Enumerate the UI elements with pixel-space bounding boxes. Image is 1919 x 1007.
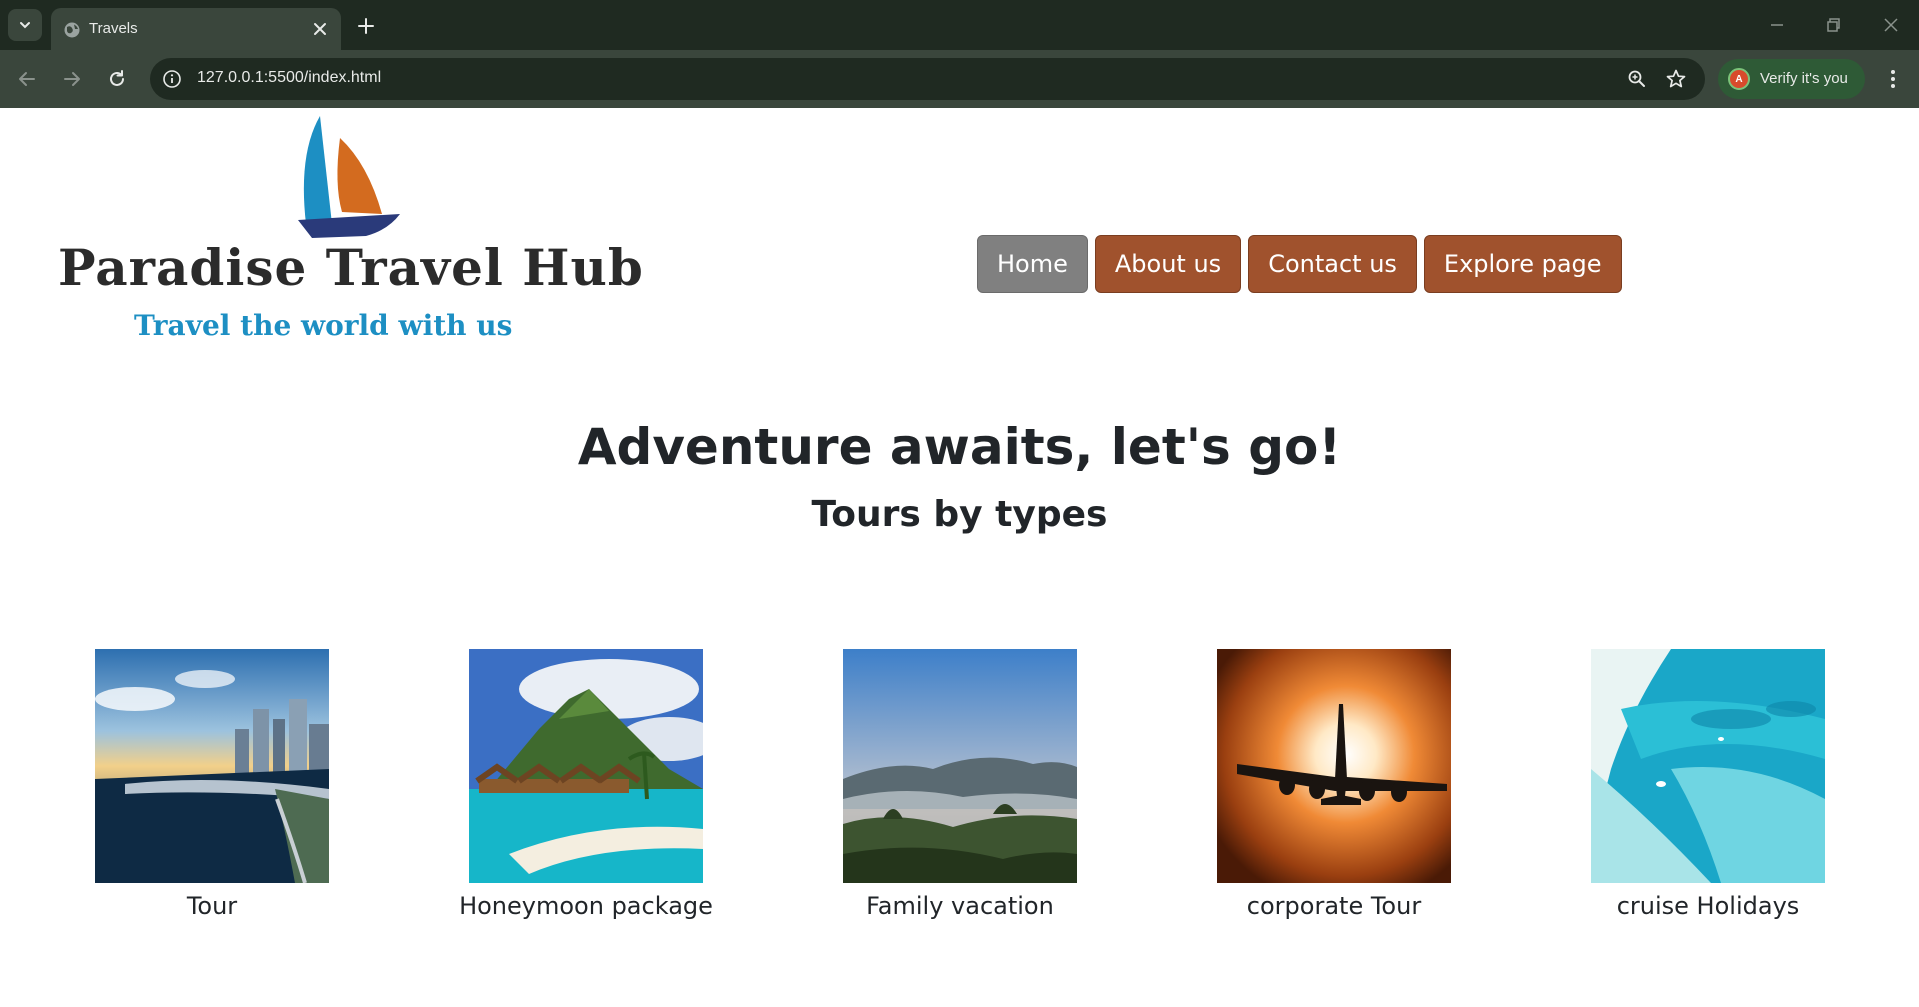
tropical-island-image[interactable]	[469, 649, 703, 883]
reload-icon[interactable]	[106, 68, 128, 90]
bookmark-star-icon[interactable]	[1665, 68, 1687, 90]
nav-about-button[interactable]: About us	[1094, 235, 1242, 293]
tab-title: Travels	[89, 20, 138, 37]
forward-arrow-icon[interactable]	[61, 68, 83, 90]
site-info-icon[interactable]	[162, 69, 182, 89]
zoom-icon[interactable]	[1627, 69, 1647, 89]
tour-label[interactable]: cruise Holidays	[1533, 892, 1883, 920]
misty-mountains-image[interactable]	[843, 649, 1077, 883]
tab-search-button[interactable]	[8, 9, 42, 41]
new-tab-icon[interactable]	[354, 14, 378, 38]
url-text[interactable]: 127.0.0.1:5500/index.html	[197, 69, 381, 87]
nav-home-button[interactable]: Home	[977, 235, 1088, 293]
close-window-icon[interactable]	[1878, 12, 1904, 38]
globe-icon	[64, 22, 80, 38]
profile-label: Verify it's you	[1760, 70, 1848, 87]
page-content: Paradise Travel Hub Travel the world wit…	[0, 108, 1919, 1007]
tour-label[interactable]: corporate Tour	[1159, 892, 1509, 920]
close-tab-icon[interactable]	[311, 20, 329, 38]
restore-icon[interactable]	[1820, 12, 1846, 38]
browser-toolbar: 127.0.0.1:5500/index.html A Verify it's …	[0, 50, 1919, 108]
logo-tagline: Travel the world with us	[134, 309, 513, 342]
site-logo[interactable]: Paradise Travel Hub Travel the world wit…	[36, 114, 643, 354]
minimize-icon[interactable]	[1764, 12, 1790, 38]
address-bar[interactable]: 127.0.0.1:5500/index.html	[150, 58, 1705, 100]
city-waterfront-image[interactable]	[95, 649, 329, 883]
tour-label[interactable]: Family vacation	[785, 892, 1135, 920]
logo-title: Paradise Travel Hub	[58, 238, 644, 297]
nav-contact-button[interactable]: Contact us	[1248, 235, 1417, 293]
chevron-down-icon	[20, 22, 30, 29]
profile-button[interactable]: A Verify it's you	[1718, 59, 1865, 99]
hero-title: Adventure awaits, let's go!	[577, 418, 1342, 476]
tour-label[interactable]: Honeymoon package	[411, 892, 761, 920]
more-menu-icon[interactable]	[1882, 67, 1904, 91]
main-nav: Home About us Contact us Explore page	[977, 235, 1622, 293]
section-subtitle: Tours by types	[811, 494, 1108, 535]
back-arrow-icon[interactable]	[16, 68, 38, 90]
tour-label[interactable]: Tour	[37, 892, 387, 920]
browser-tab-strip: Travels	[0, 0, 1919, 50]
nav-explore-button[interactable]: Explore page	[1423, 235, 1622, 293]
turquoise-beach-image[interactable]	[1591, 649, 1825, 883]
browser-tab[interactable]: Travels	[51, 8, 341, 50]
avatar: A	[1728, 68, 1750, 90]
airplane-sunset-image[interactable]	[1217, 649, 1451, 883]
sailboat-icon	[298, 116, 400, 238]
